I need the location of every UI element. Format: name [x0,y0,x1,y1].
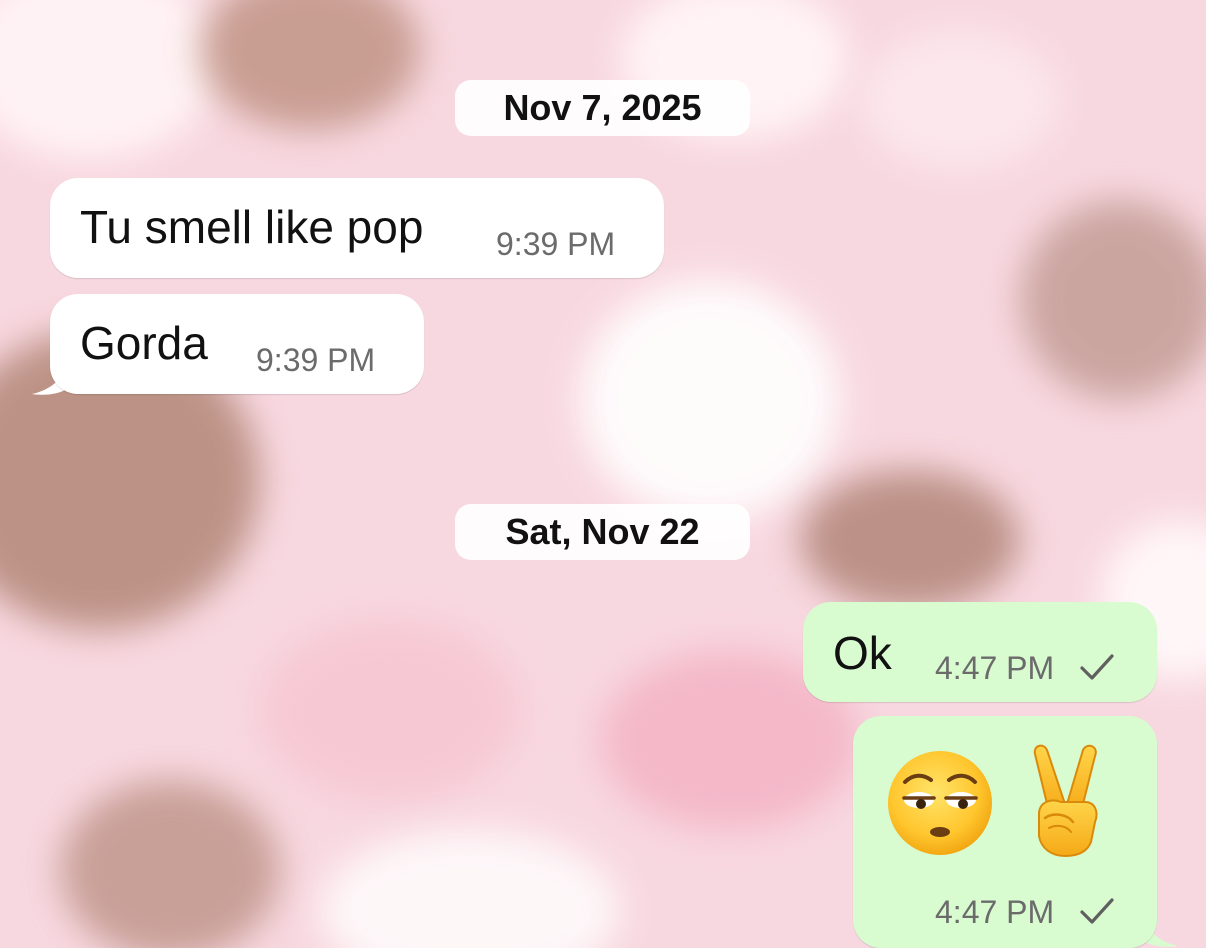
date-separator-label: Nov 7, 2025 [503,87,702,128]
date-separator: Nov 7, 2025 [455,80,750,136]
pensive-face-icon [888,751,992,855]
check-icon [1080,898,1114,924]
victory-hand-icon [1033,744,1098,858]
message-text: Tu smell like pop [80,201,424,253]
incoming-message-bubble[interactable]: Tu smell like pop 9:39 PM [50,178,664,278]
message-timestamp: 9:39 PM [496,226,616,262]
message-timestamp: 9:39 PM [256,342,376,378]
message-timestamp: 4:47 PM [935,894,1055,930]
message-text: Gorda [80,317,208,369]
incoming-message-bubble[interactable]: Gorda 9:39 PM [50,294,424,394]
message-text: Ok [833,627,892,679]
date-separator: Sat, Nov 22 [455,504,750,560]
outgoing-message-bubble[interactable]: 4:47 PM [853,716,1157,948]
message-timestamp: 4:47 PM [935,650,1055,686]
outgoing-message-bubble[interactable]: Ok 4:47 PM [803,602,1157,702]
check-icon [1080,654,1114,680]
date-separator-label: Sat, Nov 22 [505,511,700,552]
